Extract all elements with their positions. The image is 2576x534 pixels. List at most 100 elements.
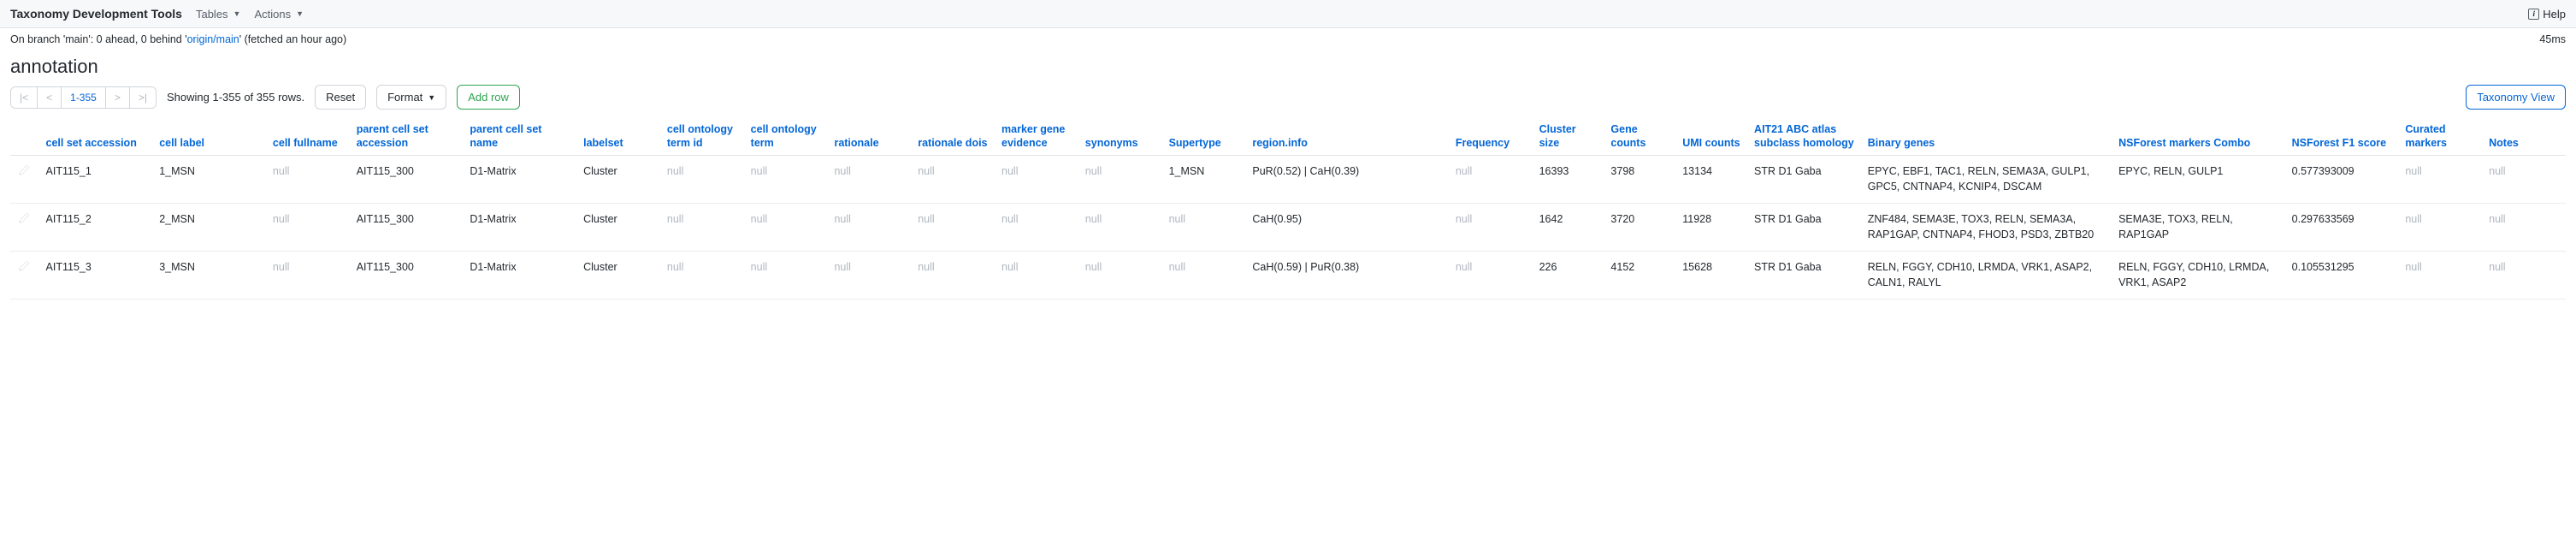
cell-umi_counts: 11928 <box>1675 204 1747 252</box>
pencil-icon <box>19 164 30 175</box>
cell-label: 1_MSN <box>152 156 266 204</box>
cell-parent_acc: AIT115_300 <box>350 252 464 300</box>
rows-summary: Showing 1-355 of 355 rows. <box>167 91 304 104</box>
tables-menu-label: Tables <box>196 8 228 21</box>
branch-status-bar: On branch 'main': 0 ahead, 0 behind 'ori… <box>0 28 2576 50</box>
cell-synonyms: null <box>1078 204 1162 252</box>
col-header[interactable]: Gene counts <box>1604 118 1675 156</box>
actions-menu[interactable]: Actions ▼ <box>254 8 304 21</box>
cell-binary: EPYC, EBF1, TAC1, RELN, SEMA3A, GULP1, G… <box>1861 156 2112 204</box>
cell-cluster_size: 16393 <box>1533 156 1604 204</box>
col-header[interactable]: Supertype <box>1162 118 1246 156</box>
cell-marker: null <box>995 252 1078 300</box>
cell-parent_acc: AIT115_300 <box>350 156 464 204</box>
cell-labelset: Cluster <box>576 252 660 300</box>
cell-ont_id: null <box>660 252 744 300</box>
cell-homology: STR D1 Gaba <box>1747 156 1861 204</box>
cell-curated: null <box>2398 156 2482 204</box>
pencil-icon <box>19 260 30 271</box>
col-header[interactable]: region.info <box>1245 118 1448 156</box>
caret-down-icon: ▼ <box>428 93 435 102</box>
branch-link[interactable]: origin/main <box>187 33 239 45</box>
col-header[interactable]: parent cell set accession <box>350 118 464 156</box>
edit-row-button[interactable] <box>10 156 39 204</box>
cell-nsf_combo: RELN, FGGY, CDH10, LRMDA, VRK1, ASAP2 <box>2112 252 2285 300</box>
pager-range[interactable]: 1-355 <box>62 87 106 108</box>
cell-gene_counts: 3720 <box>1604 204 1675 252</box>
col-header[interactable]: cell ontology term <box>744 118 828 156</box>
pager-prev-button[interactable]: < <box>38 87 62 108</box>
cell-parent_name: D1-Matrix <box>463 156 576 204</box>
cell-rationale_dois: null <box>911 204 995 252</box>
reset-button[interactable]: Reset <box>315 85 366 110</box>
branch-suffix: ' (fetched an hour ago) <box>239 33 346 45</box>
cell-cluster_size: 1642 <box>1533 204 1604 252</box>
col-header[interactable]: rationale <box>827 118 911 156</box>
pager-first-button[interactable]: |< <box>11 87 38 108</box>
col-header[interactable]: synonyms <box>1078 118 1162 156</box>
format-label: Format <box>387 91 422 104</box>
cell-binary: RELN, FGGY, CDH10, LRMDA, VRK1, ASAP2, C… <box>1861 252 2112 300</box>
table-row: AIT115_33_MSNnullAIT115_300D1-MatrixClus… <box>10 252 2566 300</box>
col-header[interactable]: cell label <box>152 118 266 156</box>
cell-notes: null <box>2482 252 2566 300</box>
top-bar: Taxonomy Development Tools Tables ▼ Acti… <box>0 0 2576 28</box>
col-header[interactable]: NSForest markers Combo <box>2112 118 2285 156</box>
caret-down-icon: ▼ <box>296 9 304 18</box>
col-header[interactable]: Cluster size <box>1533 118 1604 156</box>
col-header[interactable]: Frequency <box>1449 118 1533 156</box>
pager-last-button[interactable]: >| <box>130 87 156 108</box>
cell-synonyms: null <box>1078 252 1162 300</box>
cell-parent_name: D1-Matrix <box>463 252 576 300</box>
col-header[interactable]: cell ontology term id <box>660 118 744 156</box>
col-header[interactable]: labelset <box>576 118 660 156</box>
col-header[interactable]: AIT21 ABC atlas subclass homology <box>1747 118 1861 156</box>
add-row-button[interactable]: Add row <box>457 85 520 110</box>
cell-marker: null <box>995 204 1078 252</box>
tables-menu[interactable]: Tables ▼ <box>196 8 241 21</box>
cell-nsf_f1: 0.105531295 <box>2285 252 2399 300</box>
actions-menu-label: Actions <box>254 8 291 21</box>
app-brand[interactable]: Taxonomy Development Tools <box>10 7 182 21</box>
cell-ont_id: null <box>660 156 744 204</box>
timing-label: 45ms <box>2539 33 2566 45</box>
taxonomy-view-button[interactable]: Taxonomy View <box>2466 85 2566 110</box>
cell-frequency: null <box>1449 156 1533 204</box>
format-button[interactable]: Format ▼ <box>376 85 446 110</box>
col-header[interactable]: cell set accession <box>39 118 153 156</box>
cell-fullname: null <box>266 156 350 204</box>
col-header[interactable]: UMI counts <box>1675 118 1747 156</box>
cell-supertype: null <box>1162 204 1246 252</box>
cell-parent_name: D1-Matrix <box>463 204 576 252</box>
col-header[interactable]: Curated markers <box>2398 118 2482 156</box>
col-header[interactable]: Binary genes <box>1861 118 2112 156</box>
edit-row-button[interactable] <box>10 204 39 252</box>
col-header[interactable]: marker gene evidence <box>995 118 1078 156</box>
cell-nsf_combo: EPYC, RELN, GULP1 <box>2112 156 2285 204</box>
cell-rationale: null <box>827 252 911 300</box>
cell-region: CaH(0.59) | PuR(0.38) <box>1245 252 1448 300</box>
cell-synonyms: null <box>1078 156 1162 204</box>
cell-supertype: 1_MSN <box>1162 156 1246 204</box>
cell-supertype: null <box>1162 252 1246 300</box>
cell-rationale: null <box>827 204 911 252</box>
annotation-table: cell set accession cell label cell fulln… <box>10 118 2566 300</box>
cell-region: PuR(0.52) | CaH(0.39) <box>1245 156 1448 204</box>
help-link[interactable]: i Help <box>2528 8 2566 21</box>
cell-binary: ZNF484, SEMA3E, TOX3, RELN, SEMA3A, RAP1… <box>1861 204 2112 252</box>
pencil-icon <box>19 212 30 223</box>
edit-row-button[interactable] <box>10 252 39 300</box>
col-header[interactable]: cell fullname <box>266 118 350 156</box>
col-header[interactable]: rationale dois <box>911 118 995 156</box>
cell-label: 3_MSN <box>152 252 266 300</box>
cell-umi_counts: 13134 <box>1675 156 1747 204</box>
cell-ont_term: null <box>744 156 828 204</box>
pager: |< < 1-355 > >| <box>10 86 157 109</box>
cell-notes: null <box>2482 156 2566 204</box>
cell-label: 2_MSN <box>152 204 266 252</box>
pager-next-button[interactable]: > <box>106 87 130 108</box>
cell-frequency: null <box>1449 204 1533 252</box>
col-header[interactable]: NSForest F1 score <box>2285 118 2399 156</box>
col-header[interactable]: Notes <box>2482 118 2566 156</box>
col-header[interactable]: parent cell set name <box>463 118 576 156</box>
